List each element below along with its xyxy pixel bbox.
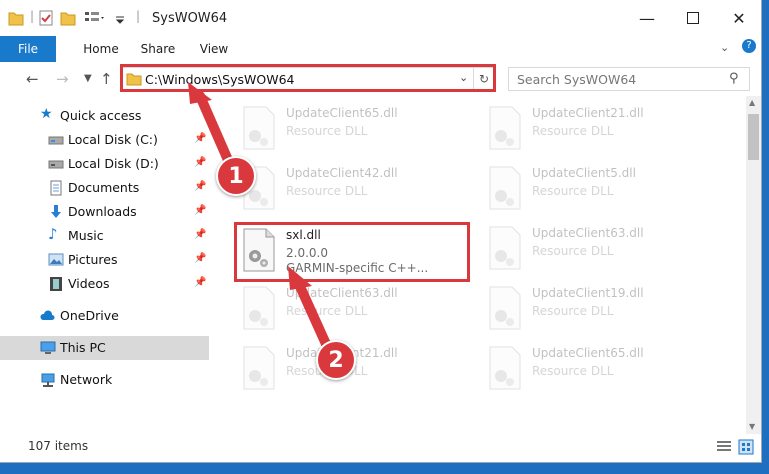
step-badge-1: 1 [216, 156, 256, 196]
arrow-2 [288, 266, 331, 349]
arrow-1 [188, 82, 233, 165]
step-badge-2: 2 [316, 340, 356, 380]
annotation-arrows [188, 82, 331, 349]
